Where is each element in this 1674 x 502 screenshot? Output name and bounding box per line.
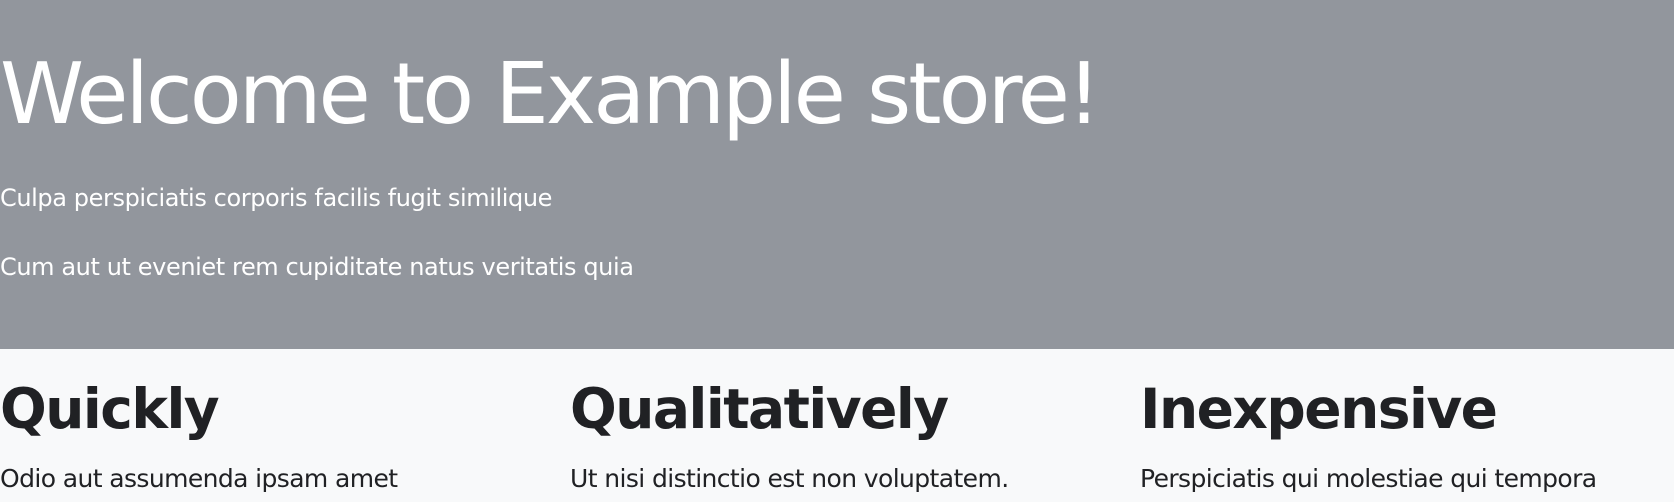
- feature-title: Quickly: [0, 377, 220, 441]
- feature-qualitatively: Qualitatively Ut nisi distinctio est non…: [570, 349, 1110, 502]
- feature-title: Inexpensive: [1140, 377, 1498, 441]
- feature-title: Qualitatively: [570, 377, 949, 441]
- hero-subtitle-2: Cum aut ut eveniet rem cupiditate natus …: [0, 253, 634, 281]
- feature-inexpensive: Inexpensive Perspiciatis qui molestiae q…: [1140, 349, 1674, 502]
- hero-banner: Welcome to Example store! Culpa perspici…: [0, 0, 1674, 349]
- features-section: Quickly Odio aut assumenda ipsam amet Qu…: [0, 349, 1674, 502]
- hero-title: Welcome to Example store!: [0, 45, 1101, 144]
- feature-text: Perspiciatis qui molestiae qui tempora: [1140, 464, 1597, 493]
- feature-quickly: Quickly Odio aut assumenda ipsam amet: [0, 349, 540, 502]
- hero-subtitle-1: Culpa perspiciatis corporis facilis fugi…: [0, 184, 553, 212]
- feature-text: Ut nisi distinctio est non voluptatem.: [570, 464, 1009, 493]
- feature-text: Odio aut assumenda ipsam amet: [0, 464, 398, 493]
